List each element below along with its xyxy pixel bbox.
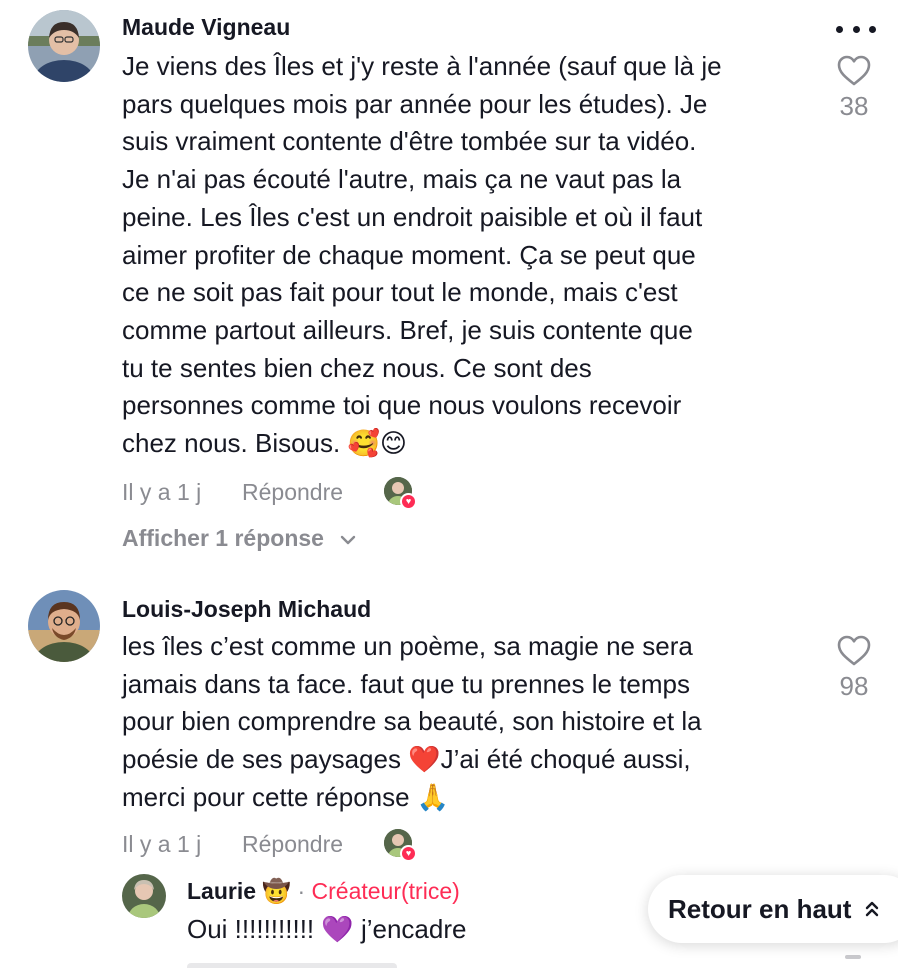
creator-badge: Créateur(trice)	[311, 878, 460, 904]
like-count: 38	[839, 91, 869, 121]
comment-author[interactable]: Maude Vigneau	[122, 14, 290, 41]
avatar[interactable]	[122, 874, 166, 918]
comment-text: les îles c’est comme un poème, sa magie …	[122, 631, 702, 812]
heart-icon[interactable]	[837, 635, 871, 667]
back-to-top-label[interactable]: Retour en haut	[668, 894, 851, 925]
next-reply-partial	[0, 955, 898, 968]
like-count: 98	[839, 671, 869, 701]
heart-icon[interactable]	[837, 55, 871, 87]
avatar[interactable]	[28, 590, 100, 662]
comment-timestamp: Il y a 1 j	[122, 831, 202, 857]
view-replies-label[interactable]: Afficher 1 réponse	[122, 525, 324, 551]
heart-badge-icon: ♥	[400, 493, 417, 510]
comment-text: Je viens des Îles et j'y reste à l'année…	[122, 51, 722, 459]
comment-timestamp: Il y a 1 j	[122, 479, 202, 505]
reply-author[interactable]: Laurie	[187, 878, 256, 904]
more-options-icon[interactable]	[836, 22, 876, 36]
chevron-down-icon	[341, 535, 356, 545]
double-chevron-up-icon	[866, 901, 879, 917]
avatar[interactable]	[28, 10, 100, 82]
back-to-top-button[interactable]: Retour en haut	[648, 875, 898, 943]
reply-button[interactable]: Répondre	[242, 831, 343, 858]
view-replies-button[interactable]: Afficher 1 réponse	[122, 525, 356, 552]
cowboy-emoji: 🤠	[262, 878, 292, 904]
like-button[interactable]: 38	[829, 55, 879, 122]
heart-badge-icon: ♥	[400, 845, 417, 862]
comment-author[interactable]: Louis-Joseph Michaud	[122, 596, 371, 623]
separator: ·	[297, 878, 306, 904]
like-button[interactable]: 98	[829, 635, 879, 702]
reply-button[interactable]: Répondre	[242, 479, 343, 506]
reply-author-line: Laurie 🤠 · Créateur(trice)	[187, 878, 460, 905]
